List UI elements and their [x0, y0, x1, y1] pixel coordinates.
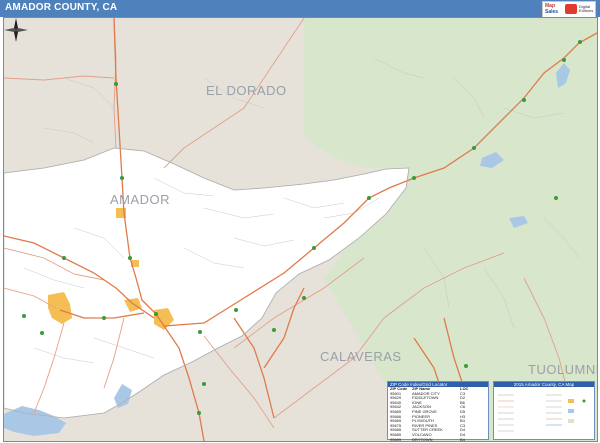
county-label-tuolumne: TUOLUMNE	[528, 362, 598, 377]
county-label-amador: AMADOR	[110, 192, 171, 207]
map-area[interactable]: EL DORADO AMADOR CALAVERAS TUOLUMNE	[3, 17, 598, 442]
brand-logo: Map Sales Digital Editions	[542, 1, 596, 18]
zip-code: 95699	[390, 436, 402, 442]
county-label-el-dorado: EL DORADO	[206, 83, 287, 98]
zip-code-legend: ZIP Code Index/Grid Locator ZIP Code ZIP…	[387, 381, 489, 443]
zip-name: DRYTOWN	[412, 436, 433, 442]
brand-line-2: Sales	[545, 9, 559, 15]
zip-legend-rows: 95601 AMADOR CITY C3 95629 FIDDLETOWN D2 95640…	[388, 391, 488, 443]
zip-row: 95699 DRYTOWN B4	[388, 436, 488, 443]
map-canvas	[4, 18, 597, 441]
county-label-calaveras: CALAVERAS	[320, 349, 402, 364]
map-title: AMADOR COUNTY, CA	[5, 2, 118, 13]
compass-rose-icon	[4, 18, 28, 42]
zip-loc: B4	[460, 436, 465, 442]
title-bar: AMADOR COUNTY, CA Map Sales Digital Edit…	[0, 0, 600, 18]
brand-line-3: Digital Editions	[579, 4, 594, 13]
map-key-symbols	[498, 394, 586, 432]
brand-logo-icon	[565, 4, 577, 14]
map-key-legend: 2015 Amador County, CA Map	[493, 381, 595, 440]
